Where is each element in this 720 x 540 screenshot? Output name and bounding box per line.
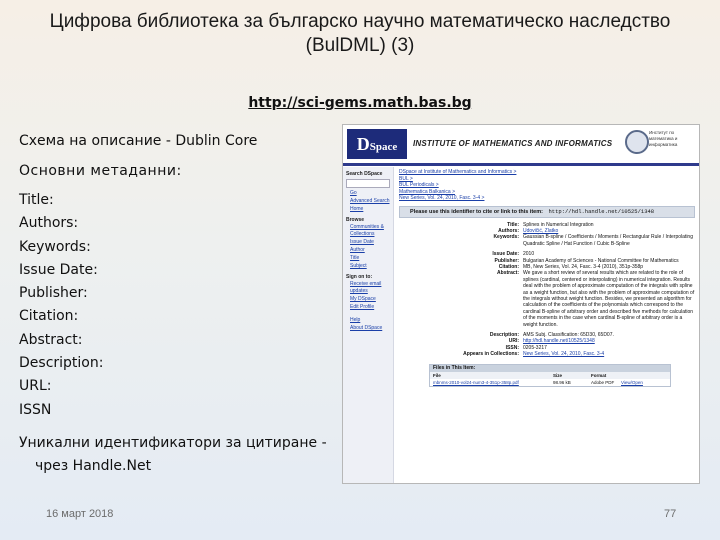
signon-heading: Sign on to: (346, 274, 373, 280)
files-heading: Files in This Item: (430, 364, 670, 372)
banner-divider (343, 163, 699, 166)
metadata-panel: Схема на описание - Dublin Core Основни … (19, 133, 339, 422)
search-input[interactable] (346, 179, 390, 188)
record-key: Abstract: (497, 270, 519, 277)
file-format: Adobe PDF (591, 379, 615, 385)
go-button[interactable]: Go (350, 190, 393, 197)
file-size: 98.96 kB (553, 379, 571, 385)
handle-label: Please use this identifier to cite or li… (410, 208, 543, 215)
metadata-field: Description: (19, 355, 104, 372)
handle-url[interactable]: http://hdl.handle.net/10525/1348 (548, 208, 654, 215)
files-table: Files in This Item: File Size Format mbn… (429, 363, 671, 387)
dspace-screenshot: DSpace INSTITUTE OF MATHEMATICS AND INFO… (342, 124, 700, 484)
dspace-logo[interactable]: DSpace (347, 129, 407, 159)
browse-heading: Browse (346, 217, 365, 223)
metadata-heading: Основни метаданни: (19, 163, 182, 179)
browse-item[interactable]: Communities & Collections (350, 224, 393, 238)
breadcrumb: DSpace at Institute of Mathematics and I… (399, 169, 695, 202)
signon-item[interactable]: My DSpace (350, 296, 393, 303)
view-open-link[interactable]: View/Open (621, 379, 670, 386)
files-col-file: File (433, 372, 441, 378)
files-col-size: Size (553, 372, 563, 378)
table-row: mbnms-2010-vol24-num3-4-351p-358p.pdf 98… (430, 379, 670, 386)
metadata-field: URL: (19, 378, 52, 395)
unique-identifiers-note: Уникални идентификатори за цитиране - чр… (19, 432, 339, 478)
browse-item[interactable]: Title (350, 255, 393, 262)
help-link[interactable]: Help (350, 317, 393, 324)
browse-item[interactable]: Subject (350, 263, 393, 270)
dspace-sidebar: Search DSpace Go Advanced Search Home Br… (343, 167, 394, 483)
institute-seal-icon (625, 130, 649, 154)
institute-name: INSTITUTE OF MATHEMATICS AND INFORMATICS (413, 139, 613, 148)
slide-title: Цифрова библиотека за българско научно м… (49, 11, 671, 56)
browse-item[interactable]: Author (350, 247, 393, 254)
files-col-format: Format (591, 372, 607, 378)
record-key: Keywords: (493, 234, 519, 241)
search-heading: Search DSpace (346, 171, 383, 177)
metadata-field: Citation: (19, 308, 79, 325)
metadata-field: Issue Date: (19, 261, 98, 278)
metadata-field: Abstract: (19, 331, 83, 348)
metadata-field: Title: (19, 192, 54, 208)
record-key: Appears in Collections: (463, 351, 519, 358)
metadata-field: ISSN (19, 401, 52, 418)
metadata-field-list: Title: Authors: Keywords: Issue Date: Pu… (19, 189, 339, 422)
record-abstract: We gave a short review of several result… (523, 270, 695, 328)
record-keywords: Gaussian B-spline / Coefficients / Momen… (523, 234, 693, 247)
unique-line-1: Уникални идентификатори за цитиране - (19, 435, 327, 451)
metadata-field: Authors: (19, 215, 79, 232)
slide-date: 16 март 2018 (46, 508, 114, 520)
metadata-field: Keywords: (19, 238, 91, 255)
handle-bar: Please use this identifier to cite or li… (399, 205, 695, 218)
advanced-search-link[interactable]: Advanced Search (350, 198, 393, 205)
about-link[interactable]: About DSpace (350, 325, 393, 332)
slide-number: 77 (664, 508, 677, 520)
record-table: Title: Splines in Numerical Integration A… (399, 222, 695, 358)
unique-line-2: чрез Handle.Net (35, 458, 152, 474)
item-record: DSpace at Institute of Mathematics and I… (399, 169, 695, 387)
dspace-banner: DSpace INSTITUTE OF MATHEMATICS AND INFO… (343, 125, 699, 163)
signon-item[interactable]: Receive email updates (350, 281, 393, 295)
file-link[interactable]: mbnms-2010-vol24-num3-4-351p-358p.pdf (430, 379, 553, 386)
metadata-field: Publisher: (19, 285, 88, 302)
record-collection[interactable]: New Series, Vol. 24, 2010, Fasc. 3-4 (523, 351, 695, 357)
signon-item[interactable]: Edit Profile (350, 304, 393, 311)
schema-line: Схема на описание - Dublin Core (19, 133, 258, 149)
files-header-row: File Size Format (430, 371, 670, 379)
browse-item[interactable]: Issue Date (350, 239, 393, 246)
site-url-link[interactable]: http://sci-gems.math.bas.bg (0, 95, 720, 111)
breadcrumb-item[interactable]: New Series, Vol. 24, 2010, Fasc. 3-4 > (399, 195, 695, 202)
home-link[interactable]: Home (350, 206, 393, 213)
institute-subtitle: Институт по математика и информатика (649, 130, 678, 147)
